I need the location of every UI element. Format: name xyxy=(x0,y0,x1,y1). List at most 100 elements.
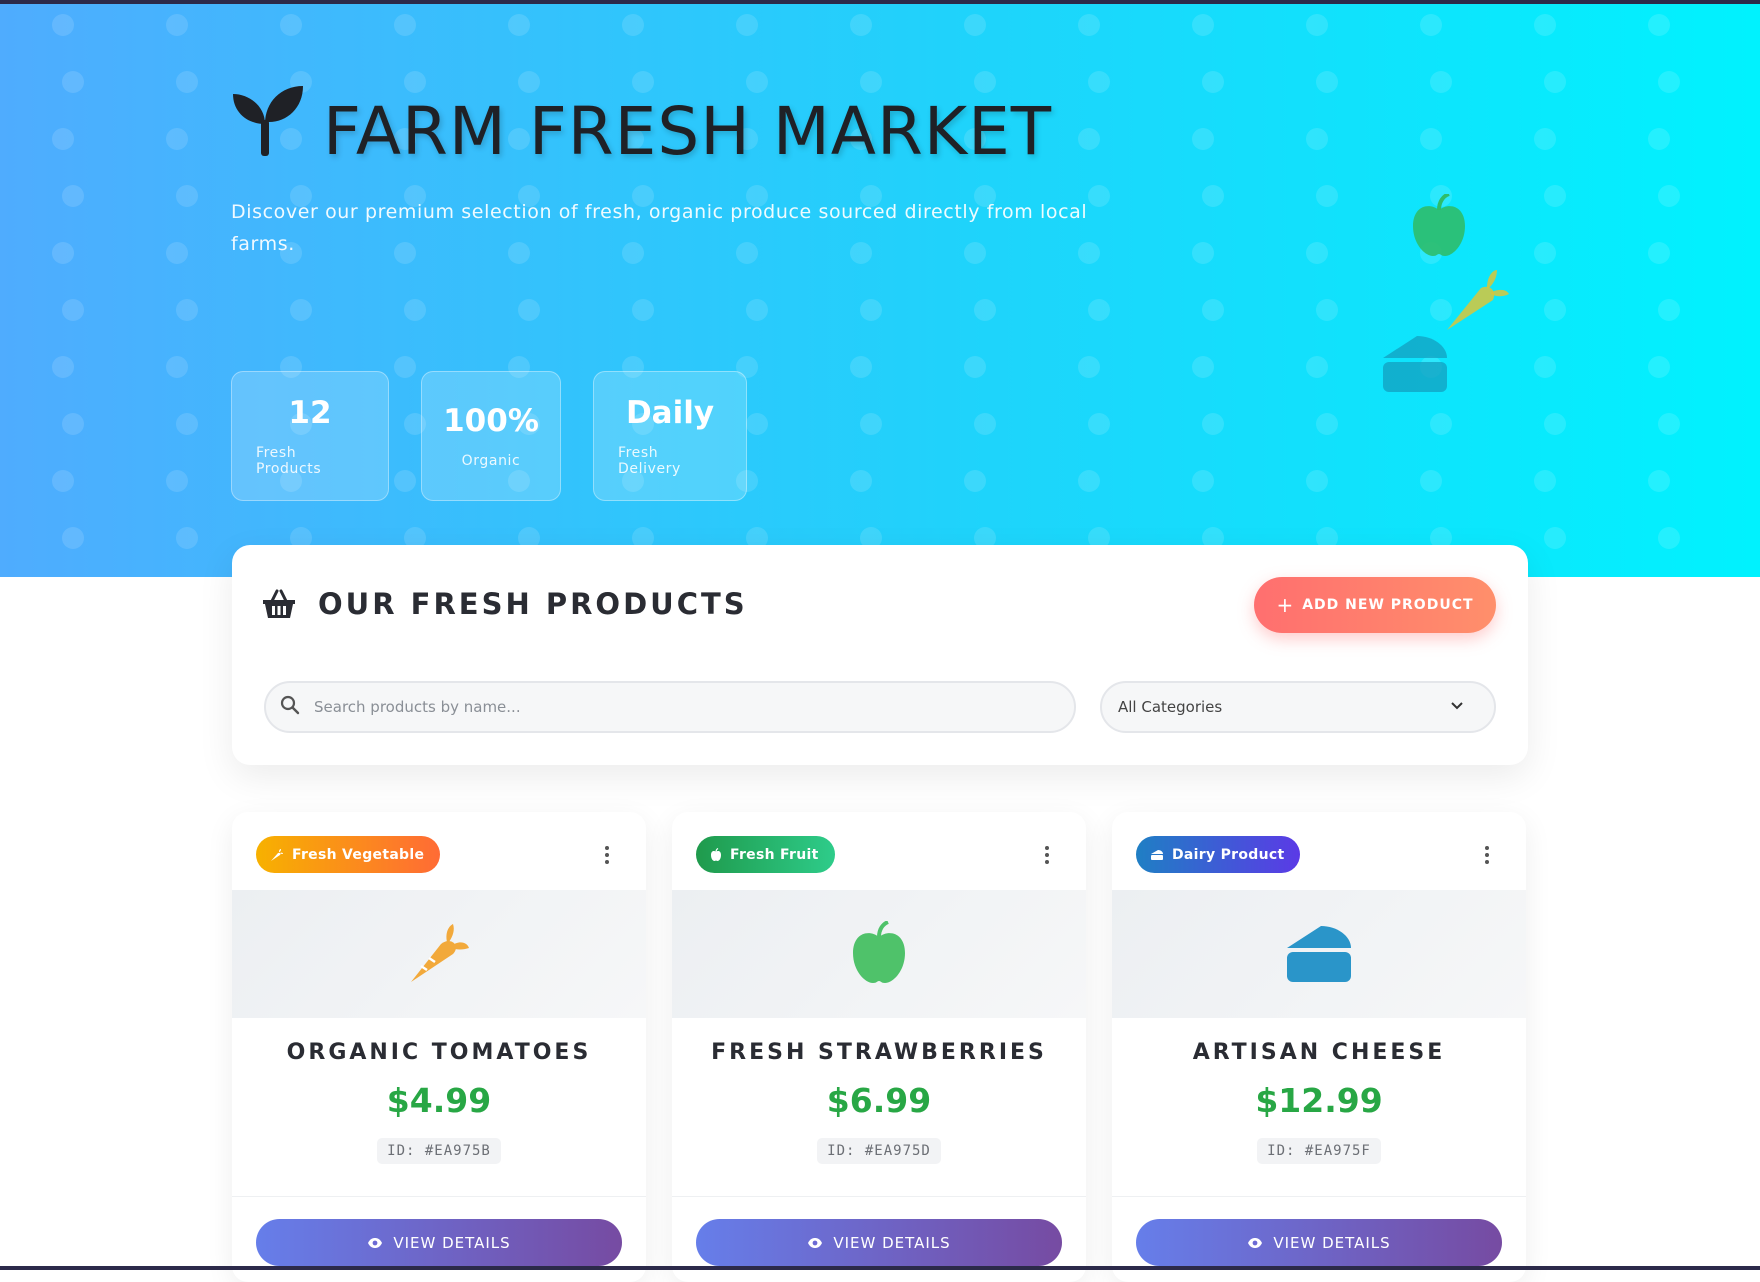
page-title: FARM FRESH MARKET xyxy=(231,84,1131,176)
decor-dot xyxy=(1648,242,1670,264)
decor-dot xyxy=(1534,242,1556,264)
stat-value: 12 xyxy=(288,395,332,431)
decor-dot xyxy=(52,14,74,36)
product-image xyxy=(672,890,1086,1018)
decor-dot xyxy=(1544,71,1566,93)
product-name: ARTISAN CHEESE xyxy=(1192,1040,1446,1065)
apple-icon xyxy=(710,847,722,862)
view-details-button[interactable]: VIEW DETAILS xyxy=(1136,1219,1502,1266)
stat-label: Fresh Products xyxy=(256,445,322,477)
product-id: ID: #EA975D xyxy=(817,1138,941,1164)
card-divider xyxy=(672,1196,1086,1197)
decor-dot xyxy=(860,413,882,435)
decor-dot xyxy=(1420,14,1442,36)
hero-banner: FARM FRESH MARKET Discover our premium s… xyxy=(0,4,1760,577)
product-card: Fresh Fruit FRESH STRAWBERRIES $6.99 ID:… xyxy=(672,812,1086,1282)
decor-dot xyxy=(964,356,986,378)
card-header: Fresh Fruit xyxy=(672,812,1086,890)
decor-dot xyxy=(1316,413,1338,435)
decor-dot xyxy=(1648,128,1670,150)
chevron-down-icon xyxy=(1451,702,1463,710)
search-box[interactable] xyxy=(264,681,1076,733)
decor-dot xyxy=(1078,14,1100,36)
decor-dot xyxy=(1192,242,1214,264)
decor-dot xyxy=(1544,413,1566,435)
category-select[interactable]: All Categories xyxy=(1100,681,1496,733)
cheese-icon xyxy=(1287,926,1351,982)
decor-dot xyxy=(1658,299,1680,321)
more-options-icon[interactable] xyxy=(604,846,610,864)
apple-icon xyxy=(853,921,905,983)
decor-dot xyxy=(1202,299,1224,321)
decor-dot xyxy=(1088,299,1110,321)
decor-dot xyxy=(176,299,198,321)
hero-subtitle: Discover our premium selection of fresh,… xyxy=(231,201,1088,255)
view-details-label: VIEW DETAILS xyxy=(833,1233,951,1252)
product-price: $6.99 xyxy=(826,1081,932,1120)
decor-dot xyxy=(176,71,198,93)
decor-dot xyxy=(1658,71,1680,93)
decor-dot xyxy=(1534,470,1556,492)
decor-dot xyxy=(62,527,84,549)
decor-dot xyxy=(290,299,312,321)
decor-dot xyxy=(62,413,84,435)
decor-dot xyxy=(1202,71,1224,93)
decor-dot xyxy=(1192,14,1214,36)
decor-dot xyxy=(1306,14,1328,36)
decor-dot xyxy=(166,356,188,378)
search-input[interactable] xyxy=(314,683,1054,731)
seedling-icon xyxy=(233,86,303,156)
decor-dot xyxy=(1202,185,1224,207)
decor-dot xyxy=(964,470,986,492)
decor-dot xyxy=(1648,470,1670,492)
carrot-icon xyxy=(1447,270,1509,330)
decor-dot xyxy=(1534,356,1556,378)
decor-dot xyxy=(1192,356,1214,378)
more-options-icon[interactable] xyxy=(1044,846,1050,864)
stat-value: Daily xyxy=(625,395,715,431)
decor-dot xyxy=(850,356,872,378)
add-product-label: ADD NEW PRODUCT xyxy=(1302,597,1474,613)
hero-decor-icons xyxy=(1375,194,1515,404)
category-badge: Dairy Product xyxy=(1136,836,1301,873)
decor-dot xyxy=(850,470,872,492)
decor-dot xyxy=(1202,413,1224,435)
panel-heading: OUR FRESH PRODUCTS xyxy=(262,587,748,621)
carrot-icon xyxy=(411,924,469,982)
decor-dot xyxy=(1316,299,1338,321)
card-header: Dairy Product xyxy=(1112,812,1526,890)
view-details-button[interactable]: VIEW DETAILS xyxy=(256,1219,622,1266)
decor-dot xyxy=(1306,356,1328,378)
product-image xyxy=(232,890,646,1018)
plus-icon: + xyxy=(1276,593,1295,617)
decor-dot xyxy=(1420,128,1442,150)
decor-dot xyxy=(52,356,74,378)
more-options-icon[interactable] xyxy=(1484,846,1490,864)
product-image xyxy=(1112,890,1526,1018)
card-header: Fresh Vegetable xyxy=(232,812,646,890)
category-badge-label: Fresh Fruit xyxy=(730,846,819,863)
view-details-label: VIEW DETAILS xyxy=(1273,1233,1391,1252)
decor-dot xyxy=(974,299,996,321)
decor-dot xyxy=(1544,299,1566,321)
view-details-button[interactable]: VIEW DETAILS xyxy=(696,1219,1062,1266)
product-card: Dairy Product ARTISAN CHEESE $12.99 ID: … xyxy=(1112,812,1526,1282)
product-id: ID: #EA975F xyxy=(1257,1138,1381,1164)
decor-dot xyxy=(632,299,654,321)
apple-icon xyxy=(1413,194,1465,256)
decor-dot xyxy=(736,14,758,36)
category-badge: Fresh Vegetable xyxy=(256,836,441,873)
add-product-button[interactable]: + ADD NEW PRODUCT xyxy=(1254,577,1496,633)
stat-card-products: 12 Fresh Products xyxy=(231,371,389,501)
bottom-border xyxy=(0,1266,1760,1270)
decor-dot xyxy=(1430,71,1452,93)
decor-dot xyxy=(1648,14,1670,36)
decor-dot xyxy=(166,470,188,492)
decor-dot xyxy=(1306,470,1328,492)
decor-dot xyxy=(52,128,74,150)
category-badge-label: Dairy Product xyxy=(1172,846,1285,863)
stat-label: Organic xyxy=(461,453,521,469)
decor-dot xyxy=(166,242,188,264)
decor-dot xyxy=(1088,413,1110,435)
decor-dot xyxy=(518,299,540,321)
